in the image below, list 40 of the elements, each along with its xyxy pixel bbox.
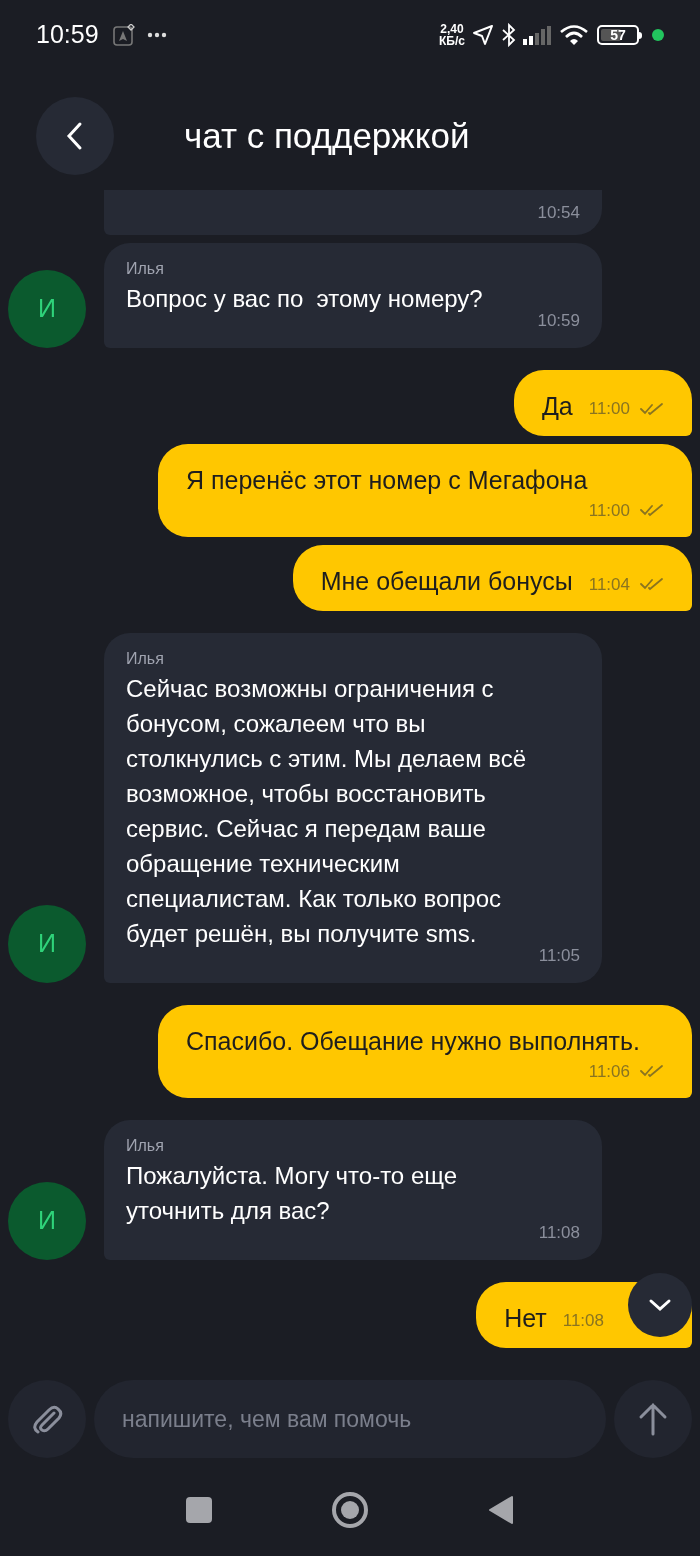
message-time: 11:05 bbox=[538, 945, 580, 967]
back-nav-icon[interactable] bbox=[488, 1495, 514, 1525]
more-icon bbox=[146, 32, 167, 38]
battery-indicator: 57 bbox=[597, 25, 642, 45]
chat-title: чат с поддержкой bbox=[184, 114, 470, 157]
avatar: И bbox=[8, 904, 86, 983]
message-text: Я перенёс этот номер с Мегафона bbox=[186, 464, 588, 496]
message-input-field[interactable]: напишите, чем вам помочь bbox=[94, 1380, 606, 1458]
message-time: 11:06 bbox=[588, 1060, 630, 1083]
message-time: 11:08 bbox=[538, 1222, 580, 1244]
back-icon bbox=[66, 121, 84, 151]
network-speed-unit: КБ/с bbox=[439, 35, 465, 47]
message-text: Нет bbox=[504, 1302, 547, 1334]
message-time: 11:08 bbox=[562, 1310, 604, 1332]
message-text: Спасибо. Обещание нужно выполнять. bbox=[186, 1025, 641, 1057]
sender-name: Илья bbox=[126, 1136, 165, 1156]
message-time: 10:59 bbox=[537, 310, 580, 332]
wifi-icon bbox=[559, 24, 589, 46]
arrow-up-icon bbox=[638, 1402, 668, 1436]
bluetooth-icon bbox=[501, 23, 517, 47]
network-speed: 2,40 bbox=[440, 23, 464, 35]
message-time: 10:54 bbox=[537, 201, 580, 224]
message-text: Да bbox=[541, 390, 573, 422]
home-button[interactable] bbox=[332, 1492, 368, 1528]
message-time: 11:00 bbox=[588, 499, 630, 522]
sender-name: Илья bbox=[126, 649, 165, 669]
status-time: 10:59 bbox=[36, 19, 99, 51]
message-time: 11:04 bbox=[588, 573, 630, 596]
navigation-notification-icon bbox=[112, 24, 135, 46]
message-text: Мне обещали бонусы bbox=[320, 566, 573, 597]
chevron-down-icon bbox=[648, 1298, 672, 1312]
location-icon bbox=[471, 23, 495, 47]
message-text: Сейчас возможны ограничения с бонусом, сожалеем что вы столкнулись с этим. Мы делаем всё возможное, чтобы восстановить сервис. Сейчас я передам ваше обращение техническим специалистам. Как только вопрос будет решён, вы получите sms. bbox=[126, 674, 528, 949]
message-text: Пожалуйста. Могу что-то еще уточнить для вас? bbox=[126, 1161, 459, 1226]
message-time: 11:00 bbox=[588, 398, 630, 420]
avatar: И bbox=[8, 269, 86, 348]
avatar: И bbox=[8, 1181, 86, 1260]
sender-name: Илья bbox=[126, 259, 165, 279]
signal-icon bbox=[523, 25, 551, 45]
message-text: Вопрос у вас по этому номеру? bbox=[126, 284, 484, 314]
